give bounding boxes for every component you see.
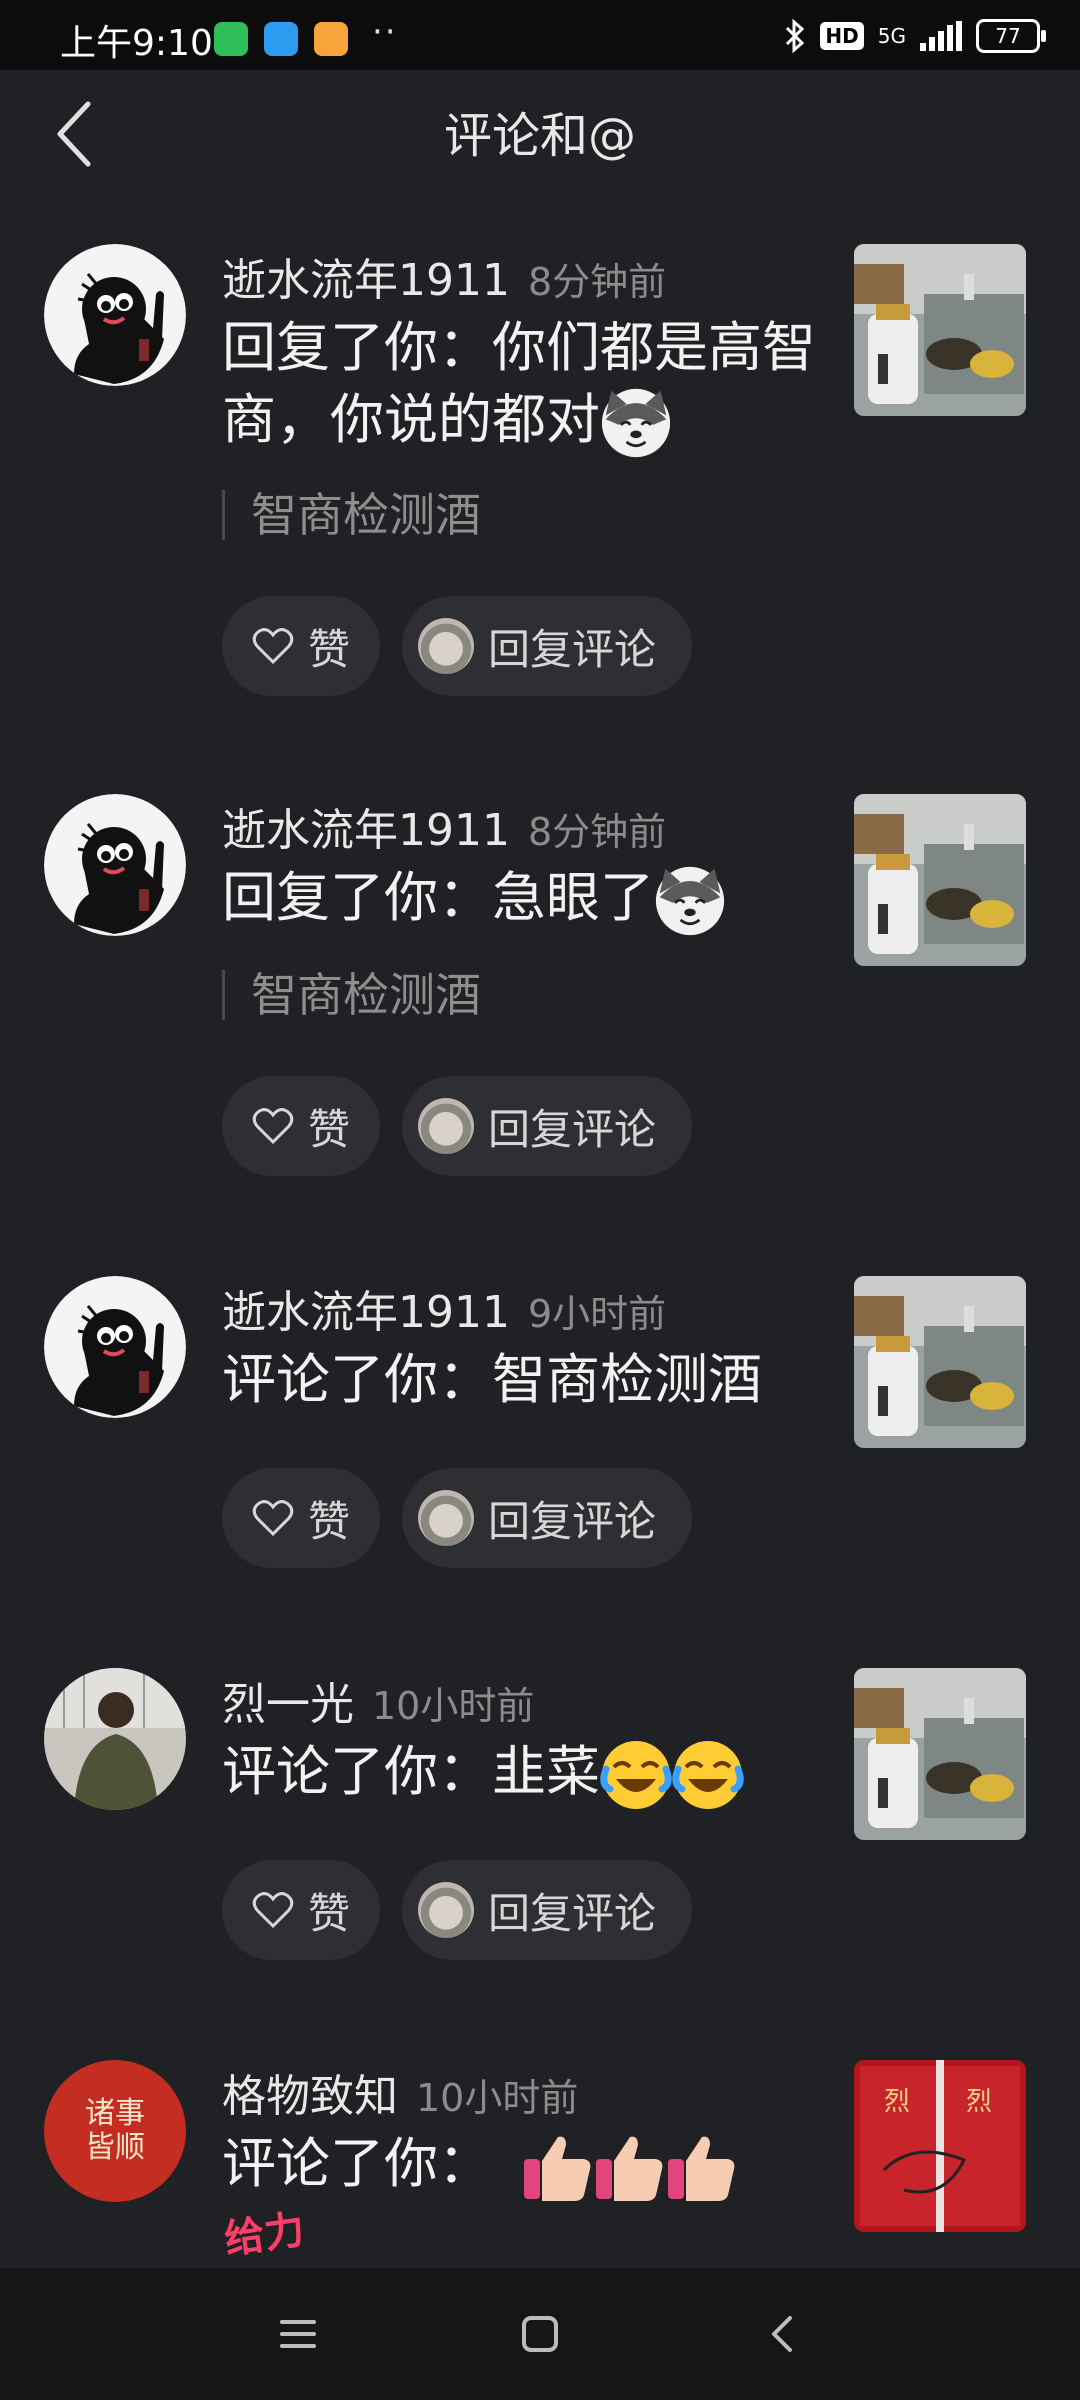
my-avatar — [418, 1098, 475, 1154]
post-thumbnail[interactable]: 烈 烈 — [854, 2060, 1026, 2232]
my-avatar — [418, 1490, 475, 1546]
username[interactable]: 逝水流年1911 — [222, 805, 510, 856]
signal-icon — [920, 21, 962, 51]
comment-text: 评论了你： — [222, 2128, 842, 2203]
user-line: 格物致知 10小时前 — [222, 2060, 578, 2124]
user-line: 逝水流年1911 9小时前 — [222, 1276, 666, 1340]
like-label: 赞 — [308, 1888, 351, 1938]
comment-body: 回复了你：你们都是高智商，你说的都对 — [222, 316, 816, 451]
quoted-comment[interactable]: 智商检测酒 — [222, 490, 481, 540]
reply-label: 回复评论 — [488, 1888, 657, 1938]
status-bar: 上午9:10 ·· HD 5G 77 — [0, 0, 1080, 70]
user-line: 烈一光 10小时前 — [222, 1668, 534, 1732]
sticker-text: 给力 — [221, 2206, 308, 2264]
action-row: 赞 回复评论 — [222, 1076, 693, 1176]
laughing-crying-emoji-icon — [600, 1739, 672, 1811]
like-button[interactable]: 赞 — [222, 1076, 381, 1176]
reply-label: 回复评论 — [488, 1496, 657, 1546]
avatar[interactable] — [44, 794, 186, 936]
more-notifications-icon: ·· — [372, 12, 398, 52]
like-label: 赞 — [308, 1496, 351, 1546]
like-button[interactable]: 赞 — [222, 1860, 381, 1960]
menu-icon[interactable] — [268, 2304, 328, 2364]
status-time: 上午9:10 — [60, 23, 213, 64]
post-thumbnail[interactable] — [854, 1276, 1026, 1448]
bluetooth-icon — [786, 19, 805, 53]
username[interactable]: 烈一光 — [222, 1679, 354, 1730]
reply-label: 回复评论 — [488, 1104, 657, 1154]
page-title: 评论和@ — [443, 108, 636, 164]
comment-item[interactable]: 逝水流年1911 8分钟前 回复了你：你们都是高智商，你说的都对 智商检测酒 赞 … — [0, 244, 1080, 704]
notes-icon — [314, 22, 348, 56]
reply-comment-button[interactable]: 回复评论 — [402, 1860, 693, 1960]
battery-level: 77 — [995, 24, 1021, 48]
timestamp: 10小时前 — [372, 1684, 535, 1728]
username[interactable]: 逝水流年1911 — [222, 255, 510, 306]
heart-icon — [252, 1892, 294, 1929]
like-button[interactable]: 赞 — [222, 596, 381, 696]
svg-text:烈: 烈 — [966, 2087, 992, 2117]
back-icon[interactable] — [752, 2304, 812, 2364]
husky-emoji-icon — [654, 865, 726, 937]
user-line: 逝水流年1911 8分钟前 — [222, 244, 666, 308]
post-thumbnail[interactable] — [854, 244, 1026, 416]
my-avatar — [418, 1882, 475, 1938]
thumbs-up-emoji-icon — [596, 2137, 663, 2202]
comment-body: 回复了你：急眼了 — [222, 866, 654, 929]
avatar[interactable] — [44, 1668, 186, 1810]
network-label: 5G — [877, 24, 906, 48]
message-icon — [264, 22, 298, 56]
header: 评论和@ — [0, 70, 1080, 190]
timestamp: 8分钟前 — [527, 810, 667, 854]
heart-icon — [252, 1500, 294, 1537]
action-row: 赞 回复评论 — [222, 1468, 693, 1568]
timestamp: 9小时前 — [527, 1292, 667, 1336]
reply-comment-button[interactable]: 回复评论 — [402, 596, 693, 696]
quoted-comment[interactable]: 智商检测酒 — [222, 970, 481, 1020]
avatar[interactable] — [44, 1276, 186, 1418]
thumbs-up-emoji-icon — [668, 2137, 735, 2202]
comment-text: 评论了你：韭菜 — [222, 1736, 822, 1811]
action-row: 赞 回复评论 — [222, 1860, 693, 1960]
wechat-icon — [214, 22, 248, 56]
comment-text: 回复了你：急眼了 — [222, 862, 822, 937]
post-thumbnail[interactable] — [854, 1668, 1026, 1840]
like-button[interactable]: 赞 — [222, 1468, 381, 1568]
comment-text: 评论了你：智商检测酒 — [222, 1344, 822, 1416]
username[interactable]: 逝水流年1911 — [222, 1287, 510, 1338]
system-nav-bar — [0, 2268, 1080, 2400]
comment-body: 评论了你：智商检测酒 — [222, 1348, 762, 1411]
comment-item[interactable]: 烈一光 10小时前 评论了你：韭菜 赞 回复评论 — [0, 1668, 1080, 1968]
user-line: 逝水流年1911 8分钟前 — [222, 794, 666, 858]
reply-label: 回复评论 — [488, 624, 657, 674]
battery-icon: 77 — [976, 19, 1046, 53]
timestamp: 8分钟前 — [527, 260, 667, 304]
husky-emoji-icon — [600, 387, 672, 459]
like-label: 赞 — [308, 624, 351, 674]
comment-item[interactable]: 诸事皆顺 格物致知 10小时前 评论了你： 给力 烈 烈 — [0, 2060, 1080, 2268]
post-thumbnail[interactable] — [854, 794, 1026, 966]
like-label: 赞 — [308, 1104, 351, 1154]
comment-item[interactable]: 逝水流年1911 9小时前 评论了你：智商检测酒 赞 回复评论 — [0, 1276, 1080, 1576]
avatar-text: 诸事皆顺 — [85, 2096, 145, 2165]
reply-comment-button[interactable]: 回复评论 — [402, 1468, 693, 1568]
comment-body: 评论了你： — [222, 2132, 492, 2195]
username[interactable]: 格物致知 — [222, 2071, 398, 2122]
comment-body: 评论了你：韭菜 — [222, 1740, 600, 1803]
avatar[interactable] — [44, 244, 186, 386]
svg-text:烈: 烈 — [884, 2087, 910, 2117]
hd-badge: HD — [820, 22, 864, 50]
avatar[interactable]: 诸事皆顺 — [44, 2060, 186, 2202]
my-avatar — [418, 618, 475, 674]
action-row: 赞 回复评论 — [222, 596, 693, 696]
comment-item[interactable]: 逝水流年1911 8分钟前 回复了你：急眼了 智商检测酒 赞 回复评论 — [0, 794, 1080, 1194]
heart-icon — [252, 628, 294, 665]
heart-icon — [252, 1108, 294, 1145]
timestamp: 10小时前 — [416, 2076, 579, 2120]
comment-text: 回复了你：你们都是高智商，你说的都对 — [222, 312, 822, 459]
thumbs-up-emoji-icon — [524, 2137, 591, 2202]
laughing-crying-emoji-icon — [672, 1739, 744, 1811]
reply-comment-button[interactable]: 回复评论 — [402, 1076, 693, 1176]
home-icon[interactable] — [510, 2304, 570, 2364]
